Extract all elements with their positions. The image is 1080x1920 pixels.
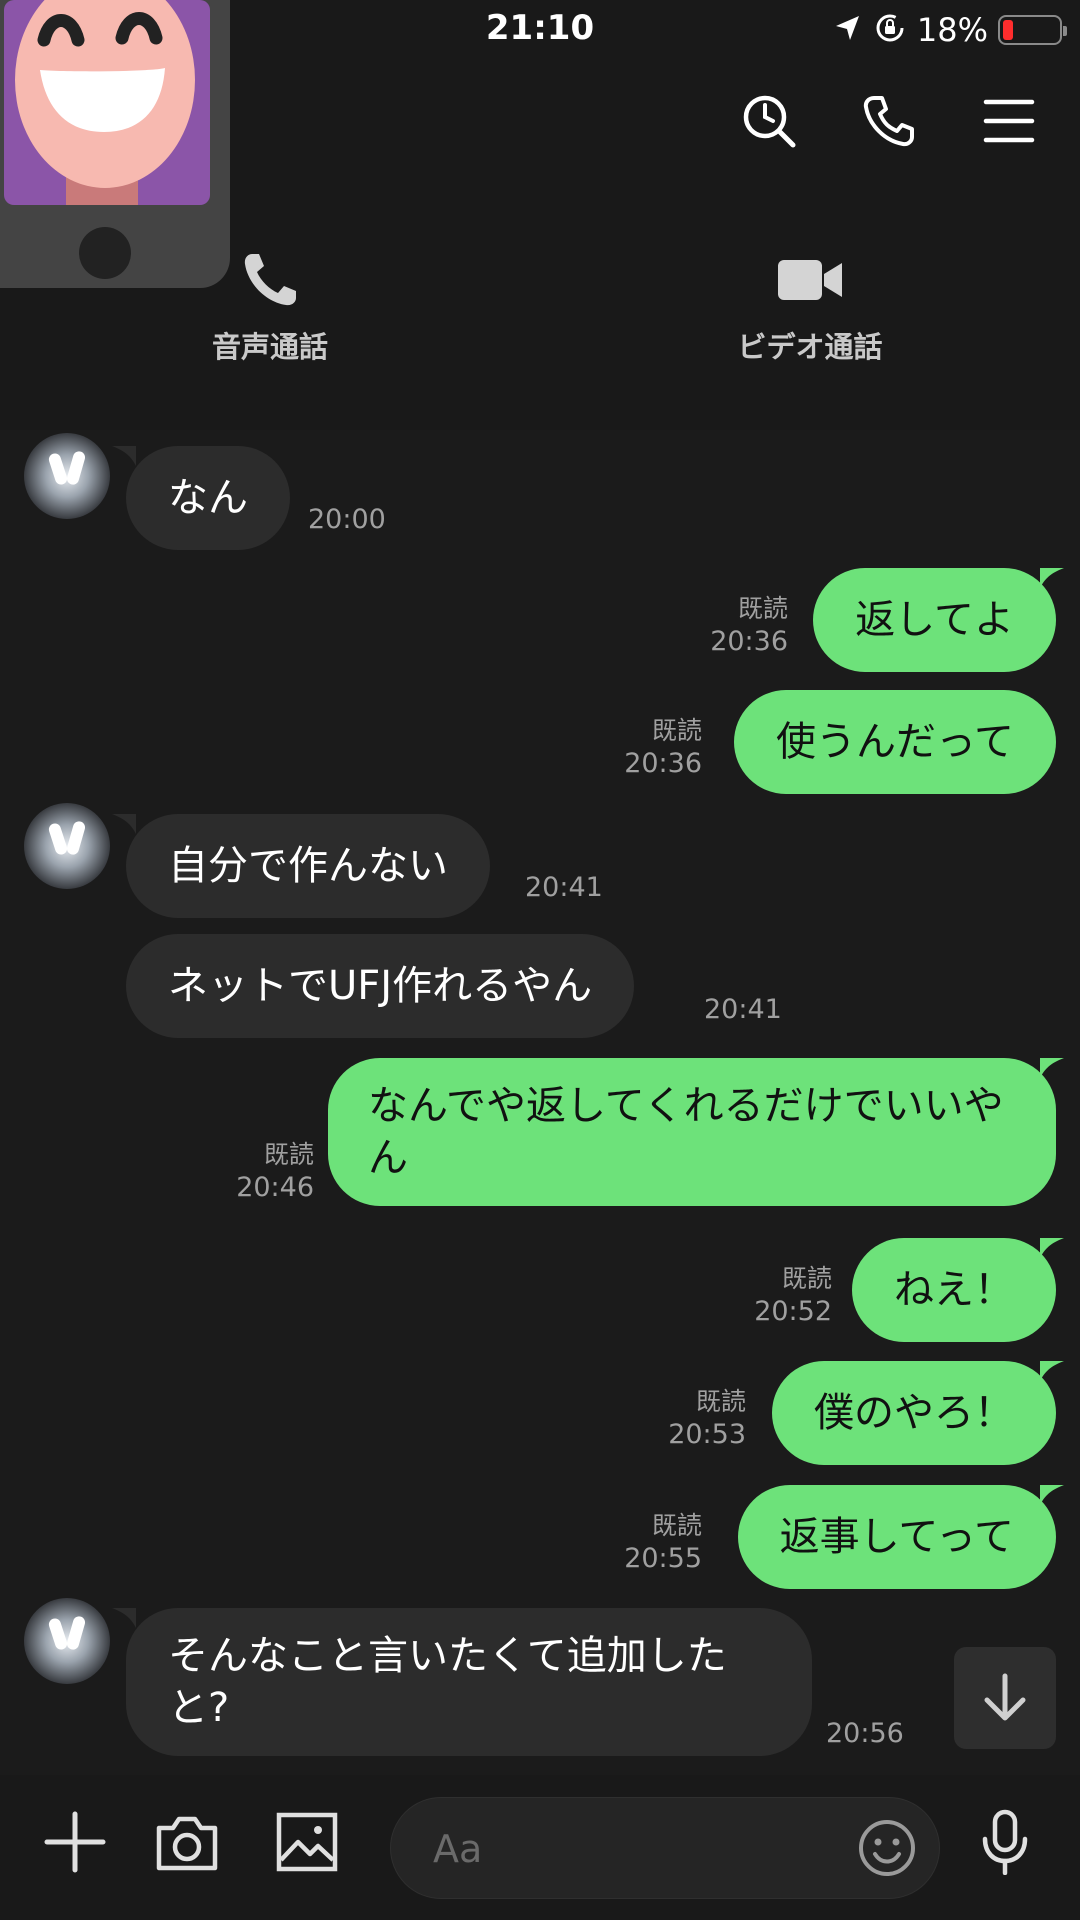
header-actions: [738, 90, 1040, 152]
arrow-down-icon: [984, 1673, 1026, 1721]
message-time: 20:00: [308, 504, 386, 535]
message-bubble-incoming[interactable]: ネットでUFJ作れるやん: [126, 934, 635, 1038]
read-receipt: 既読: [263, 1140, 314, 1169]
bubble-tail: [1040, 1361, 1064, 1381]
video-camera-icon: [778, 260, 842, 300]
status-indicators: 18%: [833, 8, 1067, 52]
plus-icon: [44, 1811, 106, 1873]
message-time: 20:36: [624, 748, 702, 779]
message-bubble-outgoing[interactable]: 返してよ: [813, 568, 1056, 672]
message-meta: 既読 20:46: [236, 1138, 314, 1204]
microphone-icon: [982, 1809, 1028, 1875]
message-bubble-outgoing[interactable]: 使うんだって: [734, 690, 1056, 794]
avatar[interactable]: [24, 1598, 110, 1684]
message-meta: 既読 20:52: [754, 1262, 832, 1328]
message-meta: 既読 20:53: [668, 1385, 746, 1451]
read-receipt: 既読: [695, 1387, 746, 1416]
message-bubble-outgoing[interactable]: 僕のやろ！: [772, 1361, 1056, 1465]
message-time: 20:52: [754, 1296, 832, 1327]
message-bubble-outgoing[interactable]: 返事してって: [737, 1485, 1056, 1589]
emoji-icon[interactable]: [855, 1816, 919, 1880]
read-receipt: 既読: [651, 1511, 702, 1540]
message-time: 20:56: [826, 1718, 904, 1749]
scroll-to-bottom-button[interactable]: [954, 1647, 1056, 1749]
message-input-bar: [0, 1775, 1080, 1920]
battery-level-fill: [1003, 20, 1013, 40]
message-time: 20:41: [525, 872, 603, 903]
photo-button[interactable]: [270, 1805, 344, 1879]
rotation-lock-icon: [873, 11, 907, 49]
read-receipt: 既読: [781, 1264, 832, 1293]
voice-message-button[interactable]: [968, 1805, 1042, 1879]
bubble-tail: [112, 446, 136, 466]
message-time: 20:36: [710, 626, 788, 657]
message-time: 20:55: [624, 1543, 702, 1574]
phone-icon: [244, 254, 296, 306]
bubble-tail: [112, 1608, 136, 1628]
message-bubble-incoming[interactable]: 自分で作んない: [126, 814, 490, 918]
bubble-tail: [1040, 1238, 1064, 1258]
location-arrow-icon: [833, 13, 863, 47]
message-bubble-incoming[interactable]: なん: [126, 446, 290, 550]
message-meta: 既読 20:55: [624, 1509, 702, 1575]
bubble-tail: [1040, 1058, 1064, 1078]
message-time: 20:53: [668, 1419, 746, 1450]
bubble-tail: [112, 814, 136, 834]
image-icon: [276, 1812, 338, 1872]
battery-icon: [998, 15, 1067, 45]
menu-icon: [983, 99, 1035, 143]
read-receipt: 既読: [737, 594, 788, 623]
phone-face-sticker: [0, 0, 230, 288]
video-call-button[interactable]: ビデオ通話: [680, 250, 940, 366]
bubble-tail: [1040, 568, 1064, 588]
message-bubble-outgoing[interactable]: なんでや返してくれるだけでいいやん: [328, 1058, 1056, 1206]
read-receipt: 既読: [651, 716, 702, 745]
video-call-label: ビデオ通話: [737, 330, 883, 364]
search-button[interactable]: [738, 90, 800, 152]
message-time: 20:46: [236, 1172, 314, 1203]
message-input[interactable]: [433, 1820, 833, 1878]
search-icon: [743, 95, 796, 148]
message-time: 20:41: [704, 994, 782, 1025]
message-bubble-incoming[interactable]: そんなこと言いたくて追加したと?: [126, 1608, 812, 1756]
phone-icon: [863, 96, 914, 147]
camera-button[interactable]: [150, 1805, 224, 1879]
call-button[interactable]: [858, 90, 920, 152]
message-bubble-outgoing[interactable]: ねえ！: [852, 1238, 1056, 1342]
camera-icon: [156, 1816, 218, 1871]
avatar[interactable]: [24, 433, 110, 519]
message-meta: 既読 20:36: [624, 714, 702, 780]
message-input-field[interactable]: [390, 1797, 940, 1899]
add-button[interactable]: [38, 1805, 112, 1879]
battery-percent: 18%: [916, 11, 988, 49]
bubble-tail: [1040, 1485, 1064, 1505]
message-meta: 既読 20:36: [710, 592, 788, 658]
voice-call-label: 音声通話: [211, 330, 328, 364]
chat-message-list[interactable]: なん 20:00 既読 20:36 返してよ 既読 20:36 使うんだって 自…: [0, 430, 1080, 1775]
menu-button[interactable]: [978, 90, 1040, 152]
avatar[interactable]: [24, 803, 110, 889]
